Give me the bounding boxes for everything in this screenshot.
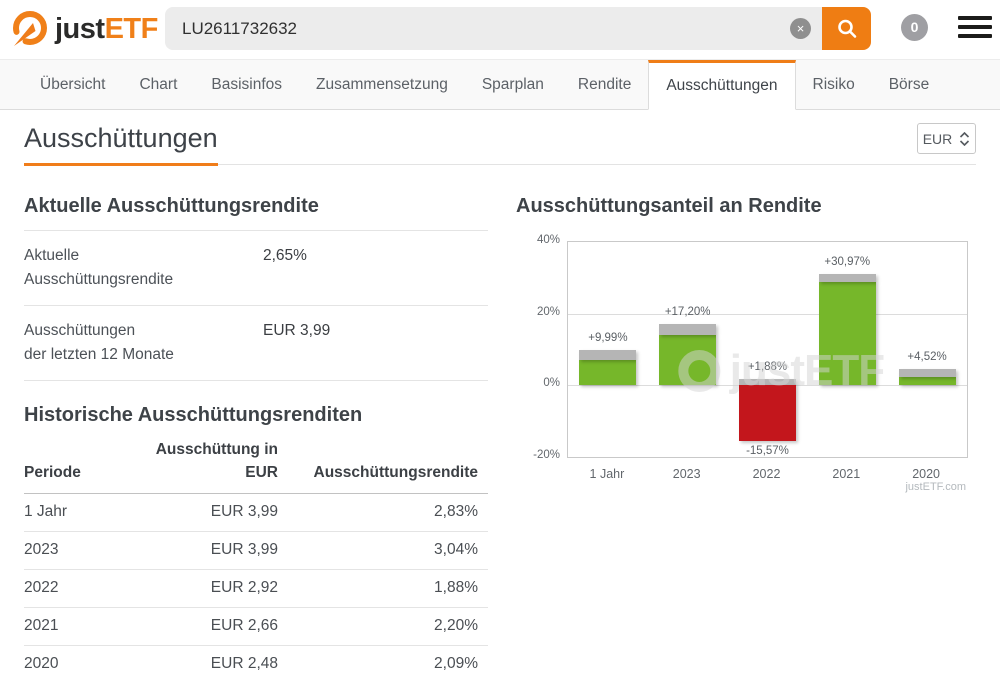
tab-nav: ÜbersichtChartBasisinfosZusammensetzungS… xyxy=(0,60,1000,110)
right-column: Ausschüttungsanteil an Rendite +9,99% +17… xyxy=(516,165,976,682)
column-header-distribution: Ausschüttung in EUR xyxy=(134,435,278,493)
page-title: Ausschüttungen xyxy=(24,123,218,166)
search-button[interactable] xyxy=(822,7,871,50)
info-row-current-yield: Aktuelle Ausschüttungsrendite 2,65% xyxy=(24,230,488,305)
distribution-cell: EUR 2,92 xyxy=(134,570,278,608)
logo[interactable]: justETF xyxy=(8,9,158,50)
yield-cell: 1,88% xyxy=(278,570,488,608)
bar-value-label: +30,97% xyxy=(802,256,892,268)
currency-value: EUR xyxy=(923,131,953,147)
search-bar: × xyxy=(165,7,871,50)
info-label: Ausschüttungen der letzten 12 Monate xyxy=(24,319,263,367)
menu-icon xyxy=(958,16,992,20)
bar-segment-price xyxy=(659,335,716,386)
y-axis-tick: 40% xyxy=(516,234,560,246)
y-axis-tick: 0% xyxy=(516,377,560,389)
table-row: 2022EUR 2,921,88% xyxy=(24,570,488,608)
x-axis-label: 2020 xyxy=(881,467,971,481)
x-axis-label: 2023 xyxy=(642,467,732,481)
bar-negative-label: -15,57% xyxy=(723,445,813,457)
bar-value-label: +9,99% xyxy=(563,332,653,344)
y-axis-tick: 20% xyxy=(516,306,560,318)
tab-chart[interactable]: Chart xyxy=(122,60,194,109)
bar-segment-price xyxy=(899,377,956,386)
title-bar: Ausschüttungen EUR xyxy=(24,110,976,165)
logo-etf: ETF xyxy=(105,13,158,45)
x-axis-label: 1 Jahr xyxy=(562,467,652,481)
left-column: Aktuelle Ausschüttungsrendite Aktuelle A… xyxy=(24,165,488,682)
logo-just: just xyxy=(55,13,105,45)
period-cell: 2022 xyxy=(24,570,134,608)
chart-plot: +9,99%+17,20%+1,88%-15,57%+30,97%+4,52% … xyxy=(567,241,968,458)
table-row: 1 JahrEUR 3,992,83% xyxy=(24,494,488,532)
x-axis-label: 2022 xyxy=(722,467,812,481)
tab-risiko[interactable]: Risiko xyxy=(796,60,872,109)
bar-segment-distribution xyxy=(579,350,636,360)
tab-zusammensetzung[interactable]: Zusammensetzung xyxy=(299,60,465,109)
period-cell: 2021 xyxy=(24,608,134,646)
currency-select[interactable]: EUR xyxy=(917,123,976,154)
x-axis-label: 2021 xyxy=(801,467,891,481)
y-axis-tick: -20% xyxy=(516,449,560,461)
tab-basisinfos[interactable]: Basisinfos xyxy=(194,60,299,109)
info-row-distributions-12m: Ausschüttungen der letzten 12 Monate EUR… xyxy=(24,305,488,381)
yield-cell: 2,20% xyxy=(278,608,488,646)
column-header-yield: Ausschüttungsrendite xyxy=(278,435,488,493)
period-cell: 2020 xyxy=(24,646,134,682)
bar-segment-price xyxy=(819,282,876,385)
logo-text: justETF xyxy=(55,13,158,46)
table-row: 2020EUR 2,482,09% xyxy=(24,646,488,682)
chart-credit: justETF.com xyxy=(905,481,966,493)
search-icon xyxy=(836,18,858,40)
gridline xyxy=(568,314,967,315)
distribution-cell: EUR 3,99 xyxy=(134,494,278,532)
info-value: EUR 3,99 xyxy=(263,319,330,367)
info-value: 2,65% xyxy=(263,244,307,292)
bar-value-label: +1,88% xyxy=(723,361,813,373)
bar-segment-price xyxy=(579,360,636,386)
main-content: Aktuelle Ausschüttungsrendite Aktuelle A… xyxy=(0,165,1000,682)
historical-table-body: 1 JahrEUR 3,992,83%2023EUR 3,993,04%2022… xyxy=(24,494,488,682)
yield-cell: 2,09% xyxy=(278,646,488,682)
bar-value-label: +4,52% xyxy=(882,351,972,363)
logo-icon xyxy=(8,9,49,50)
chevron-updown-icon xyxy=(959,132,970,146)
column-header-period: Periode xyxy=(24,435,134,493)
yield-cell: 3,04% xyxy=(278,532,488,570)
bar-segment-distribution xyxy=(899,369,956,376)
tab-rendite[interactable]: Rendite xyxy=(561,60,648,109)
tab-bersicht[interactable]: Übersicht xyxy=(23,60,122,109)
table-header-row: Periode Ausschüttung in EUR Ausschüttung… xyxy=(24,435,488,493)
clear-search-button[interactable]: × xyxy=(790,18,811,39)
distribution-cell: EUR 3,99 xyxy=(134,532,278,570)
chart-heading: Ausschüttungsanteil an Rendite xyxy=(516,195,976,218)
header: justETF × 0 xyxy=(0,0,1000,60)
distribution-cell: EUR 2,66 xyxy=(134,608,278,646)
table-row: 2023EUR 3,993,04% xyxy=(24,532,488,570)
historical-yields-heading: Historische Ausschüttungsrenditen xyxy=(24,404,488,427)
tab-ausschttungen[interactable]: Ausschüttungen xyxy=(648,60,795,110)
search-input[interactable] xyxy=(165,7,822,50)
chart: +9,99%+17,20%+1,88%-15,57%+30,97%+4,52% … xyxy=(516,241,976,491)
bar-segment-distribution xyxy=(819,274,876,282)
distribution-cell: EUR 2,48 xyxy=(134,646,278,682)
current-yield-heading: Aktuelle Ausschüttungsrendite xyxy=(24,195,488,218)
yield-cell: 2,83% xyxy=(278,494,488,532)
counter-badge[interactable]: 0 xyxy=(901,14,928,41)
bar-segment-price-negative xyxy=(739,385,796,441)
menu-button[interactable] xyxy=(958,16,992,43)
bar-segment-distribution xyxy=(739,379,796,386)
bar-segment-distribution xyxy=(659,324,716,335)
info-label: Aktuelle Ausschüttungsrendite xyxy=(24,244,263,292)
tab-sparplan[interactable]: Sparplan xyxy=(465,60,561,109)
period-cell: 1 Jahr xyxy=(24,494,134,532)
tab-brse[interactable]: Börse xyxy=(872,60,947,109)
bar-value-label: +17,20% xyxy=(643,306,733,318)
table-row: 2021EUR 2,662,20% xyxy=(24,608,488,646)
historical-yields-table: Periode Ausschüttung in EUR Ausschüttung… xyxy=(24,435,488,682)
period-cell: 2023 xyxy=(24,532,134,570)
